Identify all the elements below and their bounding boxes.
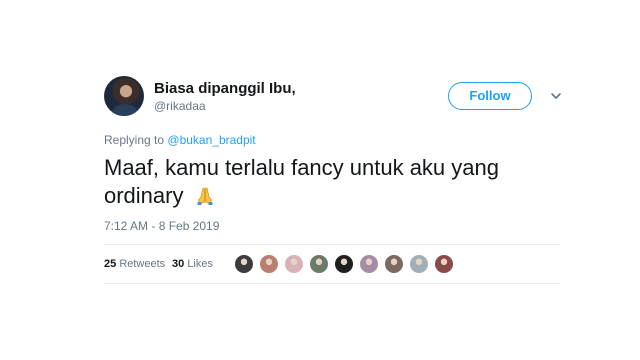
liker-avatar[interactable]	[409, 254, 429, 274]
liker-avatar[interactable]	[259, 254, 279, 274]
folded-hands-emoji-icon	[197, 187, 213, 205]
liker-avatar[interactable]	[284, 254, 304, 274]
liker-avatar[interactable]	[309, 254, 329, 274]
tweet-timestamp[interactable]: 7:12 AM - 8 Feb 2019	[104, 218, 560, 245]
liker-avatar[interactable]	[384, 254, 404, 274]
tweet-text-body: Maaf, kamu terlalu fancy untuk aku yang …	[104, 155, 499, 208]
tweet-card: Biasa dipanggil Ibu, @rikadaa Follow Rep…	[104, 70, 566, 284]
liker-avatar[interactable]	[234, 254, 254, 274]
likes-label: Likes	[187, 258, 213, 270]
tweet-header: Biasa dipanggil Ibu, @rikadaa Follow	[104, 70, 566, 122]
follow-button[interactable]: Follow	[448, 82, 532, 110]
retweets-label: Retweets	[119, 258, 166, 270]
engagement-stats: 25 Retweets 30 Likes	[104, 245, 560, 284]
reply-mention-link[interactable]: @bukan_bradpit	[167, 133, 255, 147]
liker-avatar[interactable]	[359, 254, 379, 274]
chevron-down-icon[interactable]	[550, 91, 562, 101]
replying-to: Replying to @bukan_bradpit	[104, 132, 566, 148]
avatar[interactable]	[104, 76, 144, 116]
retweets-count: 25	[104, 258, 117, 270]
retweets-stat[interactable]: 25 Retweets	[104, 257, 165, 271]
replying-prefix: Replying to	[104, 133, 165, 147]
user-handle[interactable]: @rikadaa	[154, 98, 296, 114]
display-name[interactable]: Biasa dipanggil Ibu,	[154, 80, 296, 98]
author-names[interactable]: Biasa dipanggil Ibu, @rikadaa	[154, 80, 296, 114]
liker-avatars	[234, 254, 459, 274]
likes-count: 30	[172, 258, 185, 270]
avatar-shade	[112, 104, 138, 116]
tweet-text: Maaf, kamu terlalu fancy untuk aku yang …	[104, 154, 544, 210]
liker-avatar[interactable]	[334, 254, 354, 274]
liker-avatar[interactable]	[434, 254, 454, 274]
likes-stat[interactable]: 30 Likes	[172, 257, 213, 271]
